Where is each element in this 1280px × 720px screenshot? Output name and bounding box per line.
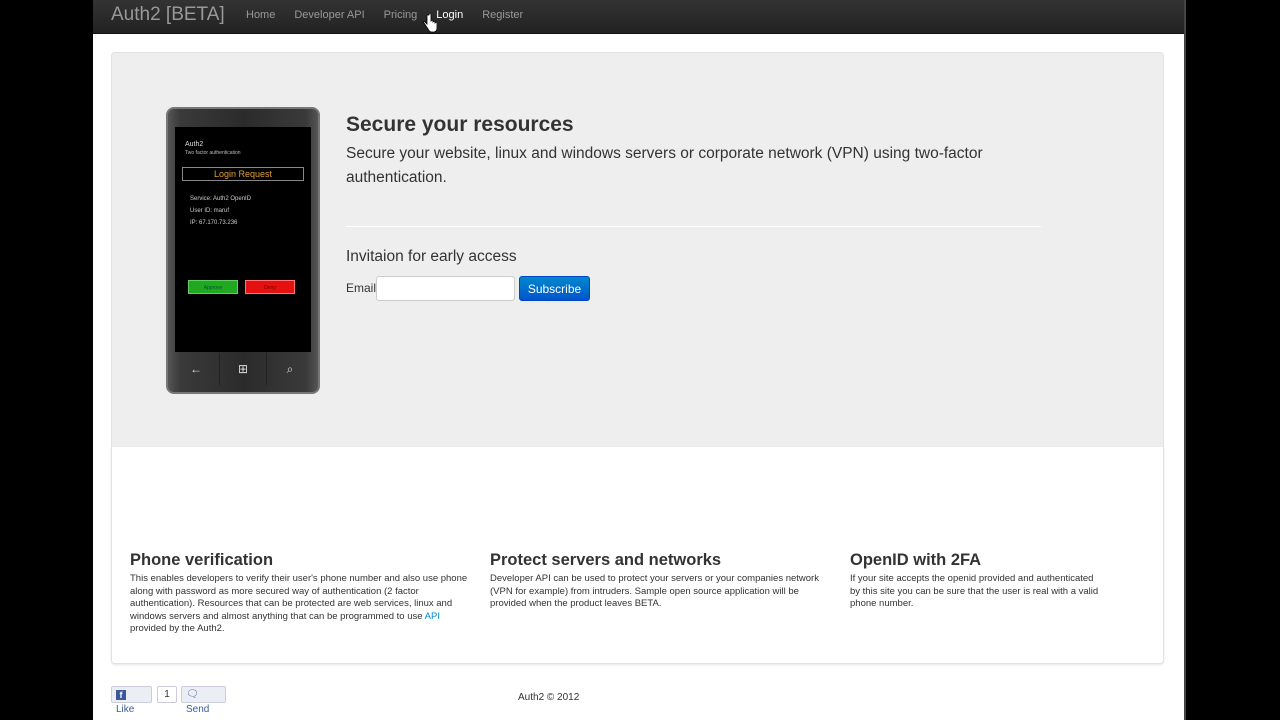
phone-app-name: Auth2 [185, 141, 204, 148]
email-label: Email [346, 281, 377, 295]
phone-app-subtitle: Two factor authentication [185, 150, 241, 156]
feature-protect-servers: Protect servers and networks Developer A… [490, 551, 830, 611]
subscribe-button[interactable]: Subscribe [519, 276, 590, 301]
facebook-icon: f [116, 690, 126, 700]
feature-phone-verification: Phone verification This enables develope… [130, 551, 470, 636]
hero-unit: Auth2 Two factor authentication Login Re… [111, 52, 1164, 447]
nav-home[interactable]: Home [246, 9, 275, 21]
phone-hardware-buttons: ← ⊞ ⌕ [173, 353, 313, 385]
invite-heading: Invitaion for early access [346, 248, 517, 265]
phone-ip: IP: 67.170.73.236 [190, 220, 238, 226]
feature-title: Phone verification [130, 551, 274, 569]
navbar: Auth2 [BETA] Home Developer API Pricing … [93, 0, 1186, 34]
back-arrow-icon: ← [173, 353, 220, 385]
phone-deny-button: Deny [245, 280, 295, 294]
search-icon: ⌕ [286, 362, 294, 376]
phone-approve-button: Approve [188, 280, 238, 294]
nav-developer-api[interactable]: Developer API [294, 9, 364, 21]
divider [346, 226, 1041, 227]
email-field[interactable] [376, 276, 515, 301]
feature-text: If your site accepts the openid provided… [850, 573, 1099, 610]
feature-text: This enables developers to verify their … [130, 573, 468, 635]
facebook-like-button[interactable]: fLike [111, 686, 152, 715]
windows-logo-icon: ⊞ [220, 353, 267, 385]
nav-pricing[interactable]: Pricing [384, 9, 418, 21]
copyright: Auth2 © 2012 [518, 692, 580, 703]
speech-bubble-icon: 🗨 [186, 689, 199, 700]
phone-login-request: Login Request [182, 167, 304, 181]
feature-openid: OpenID with 2FA If your site accepts the… [850, 551, 1100, 611]
window-edge [1184, 0, 1186, 720]
nav-login[interactable]: Login [436, 9, 463, 21]
phone-user-id: User ID: maruf [190, 208, 230, 214]
facebook-send-button[interactable]: 🗨 Send [181, 686, 226, 715]
phone-screen: Auth2 Two factor authentication Login Re… [175, 127, 311, 352]
feature-text: Developer API can be used to protect you… [490, 573, 819, 610]
features-panel: Phone verification This enables develope… [111, 447, 1164, 664]
hero-title: Secure your resources [346, 113, 574, 136]
page: Auth2 [BETA] Home Developer API Pricing … [93, 0, 1186, 720]
phone-service: Service: Auth2 OpenID [190, 196, 252, 202]
nav-links: Home Developer API Pricing Login Registe… [246, 9, 542, 21]
phone-image: Auth2 Two factor authentication Login Re… [166, 107, 320, 394]
hero-text: Secure your website, linux and windows s… [346, 145, 983, 186]
brand-logo[interactable]: Auth2 [BETA] [111, 4, 225, 26]
api-link[interactable]: API [425, 611, 440, 622]
hand-cursor-icon [423, 14, 437, 33]
nav-register[interactable]: Register [482, 9, 523, 21]
like-count: 1 [157, 686, 177, 703]
feature-title: Protect servers and networks [490, 551, 722, 569]
feature-title: OpenID with 2FA [850, 551, 982, 569]
